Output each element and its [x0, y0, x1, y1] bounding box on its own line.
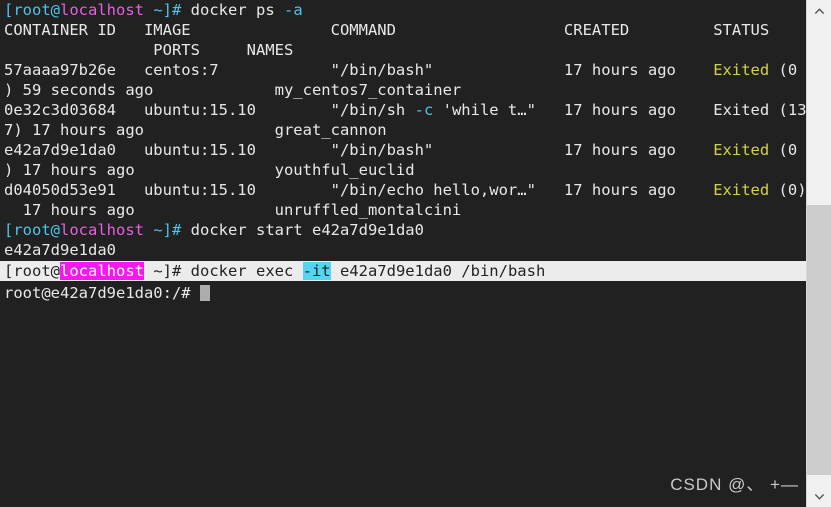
command-args: e42a7d9e1da0 /bin/bash: [330, 262, 546, 280]
table-row: 0e32c3d03684 ubuntu:15.10 "/bin/sh -c 'w…: [4, 101, 806, 119]
table-row-continuation: 7) 17 hours ago great_cannon: [4, 121, 387, 139]
table-header-row-primary: CONTAINER ID IMAGE COMMAND CREATED STATU…: [4, 21, 770, 39]
table-row: e42a7d9e1da0 ubuntu:15.10 "/bin/bash" 17…: [4, 141, 798, 159]
scrollbar-thumb[interactable]: [807, 205, 831, 475]
command-flag: -a: [284, 1, 303, 19]
table-row-continuation: 17 hours ago unruffled_montalcini: [4, 201, 462, 219]
prompt-hostname-highlighted: localhost: [60, 262, 144, 280]
scrollbar-down-button[interactable]: [807, 486, 831, 507]
command-flag-highlighted: -it: [302, 262, 331, 280]
table-header-row-wrapped: PORTS NAMES: [4, 41, 294, 59]
table-row: d04050d53e91 ubuntu:15.10 "/bin/echo hel…: [4, 181, 806, 199]
prompt-path-sigil: ~]#: [144, 221, 191, 239]
status-exited: Exited: [713, 181, 770, 199]
prompt-path-sigil: ~]#: [144, 1, 191, 19]
command-text: ~]# docker exec: [144, 262, 303, 280]
command-text: docker ps: [190, 1, 284, 19]
prompt-user-host: [root@: [4, 262, 60, 280]
container-prompt-text: root@e42a7d9e1da0:/#: [4, 284, 200, 302]
terminal-line-prompt-1: [root@localhost ~]# docker ps -a: [4, 0, 303, 20]
prompt-hostname: localhost: [60, 221, 144, 239]
csdn-watermark: CSDN @、 +—: [670, 475, 799, 494]
terminal-window: [root@localhost ~]# docker ps -a CONTAIN…: [0, 0, 831, 507]
command-flag: -c: [414, 101, 434, 119]
terminal-line-selected[interactable]: [root@localhost ~]# docker exec -it e42a…: [0, 261, 806, 281]
terminal-output-container-id: e42a7d9e1da0: [4, 241, 116, 259]
terminal-line-prompt-2: [root@localhost ~]# docker start e42a7d9…: [4, 220, 424, 240]
table-row-continuation: ) 17 hours ago youthful_euclid: [4, 161, 415, 179]
scrollbar-up-button[interactable]: [807, 0, 831, 21]
terminal-line-container-prompt: root@e42a7d9e1da0:/#: [4, 283, 210, 303]
terminal-output-area[interactable]: [root@localhost ~]# docker ps -a CONTAIN…: [0, 0, 806, 507]
table-row-continuation: ) 59 seconds ago my_centos7_container: [4, 81, 462, 99]
table-row: 57aaaa97b26e centos:7 "/bin/bash" 17 hou…: [4, 61, 798, 79]
prompt-user-host: [root@: [4, 1, 60, 19]
command-text: docker start e42a7d9e1da0: [190, 221, 424, 239]
prompt-user-host: [root@: [4, 221, 60, 239]
status-exited: Exited: [713, 141, 770, 159]
status-exited: Exited: [713, 61, 770, 79]
scrollbar-track[interactable]: [807, 21, 831, 486]
vertical-scrollbar[interactable]: [806, 0, 831, 507]
text-cursor: [199, 285, 210, 301]
chevron-down-icon: [814, 493, 824, 500]
prompt-hostname: localhost: [60, 1, 144, 19]
chevron-up-icon: [814, 7, 824, 14]
